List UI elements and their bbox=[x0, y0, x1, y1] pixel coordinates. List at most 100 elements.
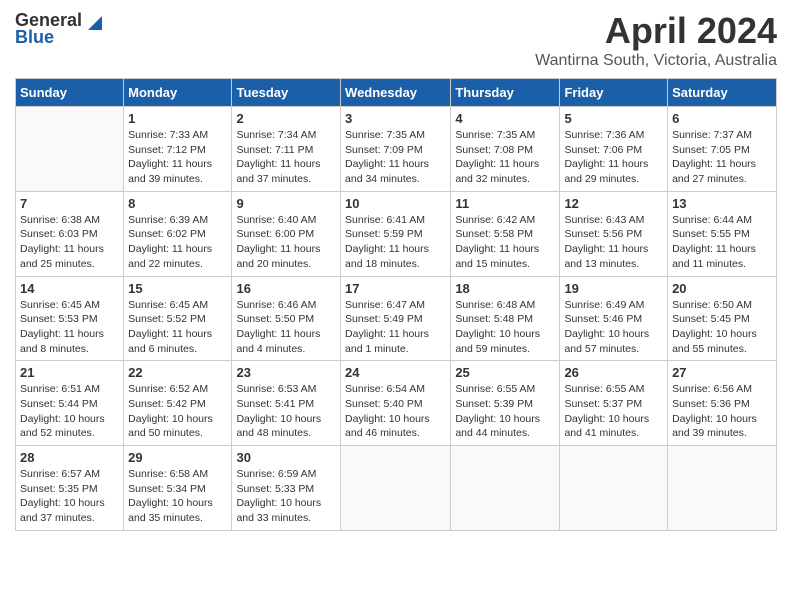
day-number: 20 bbox=[672, 281, 772, 296]
calendar-cell: 14 Sunrise: 6:45 AMSunset: 5:53 PMDayligh… bbox=[16, 276, 124, 361]
calendar-cell: 30 Sunrise: 6:59 AMSunset: 5:33 PMDayligh… bbox=[232, 446, 341, 531]
calendar-cell: 22Sunrise: 6:52 AMSunset: 5:42 PMDayligh… bbox=[124, 361, 232, 446]
day-info: Sunrise: 6:42 AMSunset: 5:58 PMDaylight:… bbox=[455, 213, 555, 272]
day-info: Sunrise: 7:34 AMSunset: 7:11 PMDaylight:… bbox=[236, 128, 336, 187]
day-info: Sunrise: 7:35 AMSunset: 7:08 PMDaylight:… bbox=[455, 128, 555, 187]
day-number: 28 bbox=[20, 450, 119, 465]
day-number: 1 bbox=[128, 111, 227, 126]
day-info: Sunrise: 6:43 AMSunset: 5:56 PMDaylight:… bbox=[564, 213, 663, 272]
calendar-cell: 28 Sunrise: 6:57 AMSunset: 5:35 PMDayligh… bbox=[16, 446, 124, 531]
day-number: 29 bbox=[128, 450, 227, 465]
logo-icon bbox=[84, 12, 102, 30]
day-info: Sunrise: 6:45 AMSunset: 5:53 PMDaylight:… bbox=[20, 298, 119, 357]
day-info: Sunrise: 6:45 AMSunset: 5:52 PMDaylight:… bbox=[128, 298, 227, 357]
calendar-cell: 10 Sunrise: 6:41 AMSunset: 5:59 PMDayligh… bbox=[341, 191, 451, 276]
calendar-header-thursday: Thursday bbox=[451, 79, 560, 107]
day-number: 18 bbox=[455, 281, 555, 296]
day-number: 23 bbox=[236, 365, 336, 380]
day-info: Sunrise: 6:59 AMSunset: 5:33 PMDaylight:… bbox=[236, 467, 336, 526]
day-info: Sunrise: 6:48 AMSunset: 5:48 PMDaylight:… bbox=[455, 298, 555, 357]
day-number: 21 bbox=[20, 365, 119, 380]
calendar-header-row: SundayMondayTuesdayWednesdayThursdayFrid… bbox=[16, 79, 777, 107]
day-number: 11 bbox=[455, 196, 555, 211]
calendar-week-4: 21Sunrise: 6:51 AMSunset: 5:44 PMDayligh… bbox=[16, 361, 777, 446]
calendar-header-wednesday: Wednesday bbox=[341, 79, 451, 107]
calendar-cell: 19 Sunrise: 6:49 AMSunset: 5:46 PMDayligh… bbox=[560, 276, 668, 361]
calendar-cell: 4Sunrise: 7:35 AMSunset: 7:08 PMDaylight… bbox=[451, 107, 560, 192]
calendar-cell: 20 Sunrise: 6:50 AMSunset: 5:45 PMDayligh… bbox=[668, 276, 777, 361]
calendar-cell: 8 Sunrise: 6:39 AMSunset: 6:02 PMDaylight… bbox=[124, 191, 232, 276]
day-number: 6 bbox=[672, 111, 772, 126]
calendar-cell: 6 Sunrise: 7:37 AMSunset: 7:05 PMDaylight… bbox=[668, 107, 777, 192]
day-info: Sunrise: 6:44 AMSunset: 5:55 PMDaylight:… bbox=[672, 213, 772, 272]
calendar-cell: 17Sunrise: 6:47 AMSunset: 5:49 PMDayligh… bbox=[341, 276, 451, 361]
calendar-cell: 15 Sunrise: 6:45 AMSunset: 5:52 PMDayligh… bbox=[124, 276, 232, 361]
calendar-cell: 16 Sunrise: 6:46 AMSunset: 5:50 PMDayligh… bbox=[232, 276, 341, 361]
calendar-header-sunday: Sunday bbox=[16, 79, 124, 107]
day-number: 19 bbox=[564, 281, 663, 296]
day-info: Sunrise: 6:56 AMSunset: 5:36 PMDaylight:… bbox=[672, 382, 772, 441]
day-info: Sunrise: 6:41 AMSunset: 5:59 PMDaylight:… bbox=[345, 213, 446, 272]
calendar-cell: 9Sunrise: 6:40 AMSunset: 6:00 PMDaylight… bbox=[232, 191, 341, 276]
day-number: 14 bbox=[20, 281, 119, 296]
calendar-header-tuesday: Tuesday bbox=[232, 79, 341, 107]
day-info: Sunrise: 6:38 AMSunset: 6:03 PMDaylight:… bbox=[20, 213, 119, 272]
calendar-header-monday: Monday bbox=[124, 79, 232, 107]
day-info: Sunrise: 6:54 AMSunset: 5:40 PMDaylight:… bbox=[345, 382, 446, 441]
calendar-header-friday: Friday bbox=[560, 79, 668, 107]
calendar-cell: 23 Sunrise: 6:53 AMSunset: 5:41 PMDayligh… bbox=[232, 361, 341, 446]
calendar-table: SundayMondayTuesdayWednesdayThursdayFrid… bbox=[15, 78, 777, 531]
day-number: 22 bbox=[128, 365, 227, 380]
day-info: Sunrise: 7:37 AMSunset: 7:05 PMDaylight:… bbox=[672, 128, 772, 187]
calendar-cell: 18 Sunrise: 6:48 AMSunset: 5:48 PMDayligh… bbox=[451, 276, 560, 361]
day-info: Sunrise: 6:55 AMSunset: 5:39 PMDaylight:… bbox=[455, 382, 555, 441]
day-number: 15 bbox=[128, 281, 227, 296]
calendar-cell bbox=[560, 446, 668, 531]
day-number: 26 bbox=[564, 365, 663, 380]
calendar-cell: 1 Sunrise: 7:33 AMSunset: 7:12 PMDaylight… bbox=[124, 107, 232, 192]
calendar-cell bbox=[451, 446, 560, 531]
day-number: 30 bbox=[236, 450, 336, 465]
day-number: 5 bbox=[564, 111, 663, 126]
day-info: Sunrise: 6:40 AMSunset: 6:00 PMDaylight:… bbox=[236, 213, 336, 272]
calendar-header-saturday: Saturday bbox=[668, 79, 777, 107]
day-number: 2 bbox=[236, 111, 336, 126]
day-number: 12 bbox=[564, 196, 663, 211]
day-info: Sunrise: 6:53 AMSunset: 5:41 PMDaylight:… bbox=[236, 382, 336, 441]
calendar-cell: 11 Sunrise: 6:42 AMSunset: 5:58 PMDayligh… bbox=[451, 191, 560, 276]
day-info: Sunrise: 6:57 AMSunset: 5:35 PMDaylight:… bbox=[20, 467, 119, 526]
day-info: Sunrise: 6:49 AMSunset: 5:46 PMDaylight:… bbox=[564, 298, 663, 357]
calendar-cell: 13 Sunrise: 6:44 AMSunset: 5:55 PMDayligh… bbox=[668, 191, 777, 276]
calendar-cell: 26Sunrise: 6:55 AMSunset: 5:37 PMDayligh… bbox=[560, 361, 668, 446]
logo-blue-text: Blue bbox=[15, 27, 54, 48]
day-info: Sunrise: 6:47 AMSunset: 5:49 PMDaylight:… bbox=[345, 298, 446, 357]
calendar-cell: 3 Sunrise: 7:35 AMSunset: 7:09 PMDaylight… bbox=[341, 107, 451, 192]
calendar-week-5: 28 Sunrise: 6:57 AMSunset: 5:35 PMDayligh… bbox=[16, 446, 777, 531]
day-number: 10 bbox=[345, 196, 446, 211]
day-number: 3 bbox=[345, 111, 446, 126]
day-info: Sunrise: 7:33 AMSunset: 7:12 PMDaylight:… bbox=[128, 128, 227, 187]
calendar-cell: 24Sunrise: 6:54 AMSunset: 5:40 PMDayligh… bbox=[341, 361, 451, 446]
day-number: 8 bbox=[128, 196, 227, 211]
day-number: 27 bbox=[672, 365, 772, 380]
day-info: Sunrise: 7:35 AMSunset: 7:09 PMDaylight:… bbox=[345, 128, 446, 187]
calendar-cell bbox=[668, 446, 777, 531]
calendar-week-1: 1 Sunrise: 7:33 AMSunset: 7:12 PMDaylight… bbox=[16, 107, 777, 192]
calendar-cell: 21Sunrise: 6:51 AMSunset: 5:44 PMDayligh… bbox=[16, 361, 124, 446]
calendar-cell: 7Sunrise: 6:38 AMSunset: 6:03 PMDaylight… bbox=[16, 191, 124, 276]
calendar-week-2: 7Sunrise: 6:38 AMSunset: 6:03 PMDaylight… bbox=[16, 191, 777, 276]
day-number: 13 bbox=[672, 196, 772, 211]
day-info: Sunrise: 6:46 AMSunset: 5:50 PMDaylight:… bbox=[236, 298, 336, 357]
calendar-week-3: 14 Sunrise: 6:45 AMSunset: 5:53 PMDayligh… bbox=[16, 276, 777, 361]
day-info: Sunrise: 6:39 AMSunset: 6:02 PMDaylight:… bbox=[128, 213, 227, 272]
calendar-cell: 5 Sunrise: 7:36 AMSunset: 7:06 PMDaylight… bbox=[560, 107, 668, 192]
logo: General Blue bbox=[15, 10, 102, 48]
calendar-cell: 27 Sunrise: 6:56 AMSunset: 5:36 PMDayligh… bbox=[668, 361, 777, 446]
day-info: Sunrise: 7:36 AMSunset: 7:06 PMDaylight:… bbox=[564, 128, 663, 187]
calendar-cell: 25 Sunrise: 6:55 AMSunset: 5:39 PMDayligh… bbox=[451, 361, 560, 446]
day-number: 25 bbox=[455, 365, 555, 380]
day-info: Sunrise: 6:50 AMSunset: 5:45 PMDaylight:… bbox=[672, 298, 772, 357]
day-info: Sunrise: 6:58 AMSunset: 5:34 PMDaylight:… bbox=[128, 467, 227, 526]
subtitle: Wantirna South, Victoria, Australia bbox=[535, 52, 777, 70]
day-number: 16 bbox=[236, 281, 336, 296]
